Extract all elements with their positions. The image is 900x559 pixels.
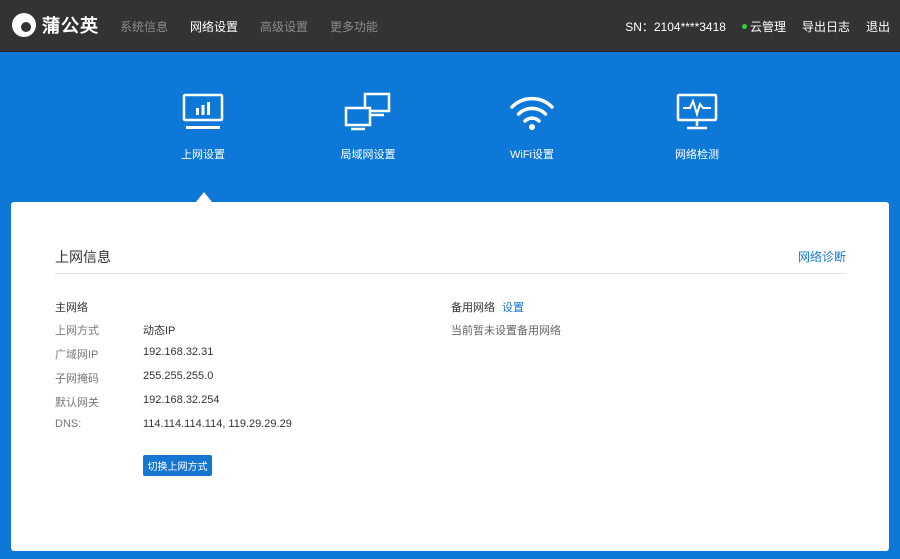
tile-network-check[interactable]: 网络检测: [647, 92, 747, 162]
cloud-management-link[interactable]: 云管理: [741, 18, 786, 35]
dns-value: 114.114.114.114, 119.29.29.29: [143, 418, 292, 430]
header-actions: SN：2104****3418 云管理 导出日志 退出: [625, 0, 890, 52]
export-log-link[interactable]: 导出日志: [802, 18, 850, 35]
main-network-title: 主网络: [55, 302, 88, 314]
wan-ip-value: 192.168.32.31: [143, 346, 214, 358]
dns-label: DNS:: [55, 418, 82, 430]
wifi-icon: [510, 96, 554, 130]
top-bar: 蒲公英 系统信息 网络设置 高级设置 更多功能 SN：2104****3418 …: [0, 0, 900, 52]
network-diagnose-link[interactable]: 网络诊断: [798, 248, 846, 265]
monitor-chart-icon: [182, 93, 224, 129]
status-dot-icon: [741, 23, 747, 29]
subnet-mask-value: 255.255.255.0: [143, 370, 214, 382]
connection-type-value: 动态IP: [143, 325, 176, 337]
main-nav: 系统信息 网络设置 高级设置 更多功能: [120, 0, 400, 52]
tile-wifi-settings[interactable]: WiFi设置: [482, 92, 582, 162]
cloud-management-label: 云管理: [749, 19, 786, 34]
tile-network-check-label: 网络检测: [675, 149, 719, 161]
nav-more-features[interactable]: 更多功能: [330, 18, 378, 35]
backup-network-settings-link[interactable]: 设置: [502, 299, 524, 315]
panel-title: 上网信息: [55, 249, 111, 265]
default-gateway-value: 192.168.32.254: [143, 394, 220, 406]
tile-lan-settings[interactable]: 局域网设置: [318, 92, 418, 162]
monitor-pulse-icon: [676, 93, 718, 130]
brand-name: 蒲公英: [42, 16, 99, 36]
connection-type-label: 上网方式: [55, 325, 99, 337]
wan-ip-label: 广域网IP: [55, 349, 99, 361]
subnet-mask-label: 子网掩码: [55, 373, 99, 385]
logout-link[interactable]: 退出: [866, 18, 890, 35]
settings-category-bar: 上网设置 局域网设置 WiFi设置 网络检测: [0, 52, 900, 202]
nav-advanced-settings[interactable]: 高级设置: [260, 18, 308, 35]
internet-info-panel: 上网信息 网络诊断 主网络 上网方式 动态IP 广域网IP 192.168.32…: [11, 202, 889, 551]
tile-wifi-settings-label: WiFi设置: [510, 149, 554, 161]
lan-monitors-icon: [344, 92, 391, 131]
default-gateway-label: 默认网关: [55, 397, 99, 409]
switch-connection-type-button[interactable]: 切换上网方式: [143, 455, 212, 476]
backup-network-title: 备用网络: [451, 302, 495, 314]
backup-network-status: 当前暂未设置备用网络: [451, 325, 561, 337]
nav-network-settings[interactable]: 网络设置: [190, 18, 238, 35]
tile-internet-settings-label: 上网设置: [181, 149, 225, 161]
active-tile-pointer: [196, 192, 212, 202]
tile-lan-settings-label: 局域网设置: [340, 149, 396, 161]
dandelion-logo-icon: [12, 13, 36, 37]
tile-internet-settings[interactable]: 上网设置: [153, 92, 253, 162]
panel-divider: [55, 273, 846, 274]
nav-system-info[interactable]: 系统信息: [120, 18, 168, 35]
brand-logo[interactable]: 蒲公英: [12, 10, 99, 40]
serial-number: SN：2104****3418: [625, 19, 726, 34]
